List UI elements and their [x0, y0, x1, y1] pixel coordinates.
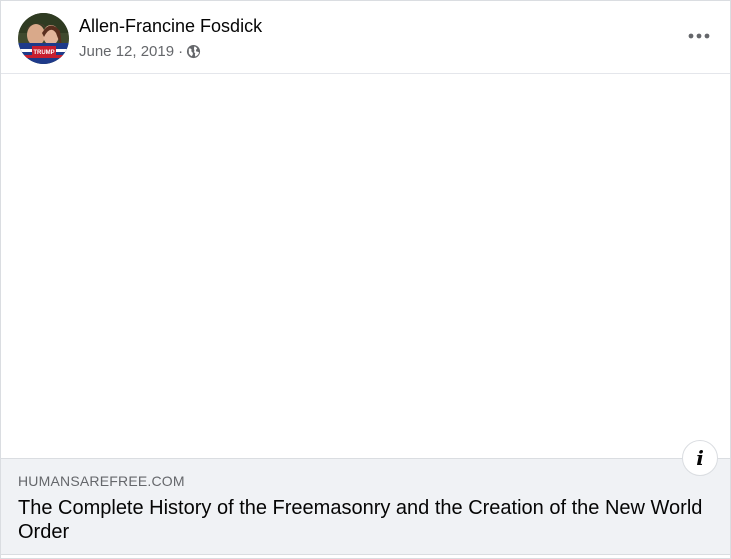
post-date[interactable]: June 12, 2019 — [79, 43, 174, 60]
more-horizontal-icon — [688, 33, 710, 39]
link-domain: HUMANSAREFREE.COM — [18, 473, 185, 489]
globe-icon[interactable] — [186, 44, 201, 59]
more-options-button[interactable] — [686, 23, 712, 49]
post-meta: June 12, 2019 · — [79, 42, 201, 60]
link-preview[interactable]: HUMANSAREFREE.COM The Complete History o… — [1, 458, 730, 555]
author-avatar[interactable]: TRUMP — [18, 13, 69, 64]
info-icon[interactable]: i — [682, 440, 718, 476]
avatar-image: TRUMP — [18, 13, 69, 64]
author-name[interactable]: Allen-Francine Fosdick — [79, 15, 262, 37]
link-title: The Complete History of the Freemasonry … — [18, 497, 703, 543]
post-header: TRUMP Allen-Francine Fosdick June 12, 20… — [1, 1, 730, 74]
avatar-badge-text: TRUMP — [33, 50, 54, 56]
post-card: TRUMP Allen-Francine Fosdick June 12, 20… — [0, 0, 731, 559]
link-preview-image[interactable]: i — [1, 74, 730, 476]
meta-separator: · — [178, 42, 184, 60]
